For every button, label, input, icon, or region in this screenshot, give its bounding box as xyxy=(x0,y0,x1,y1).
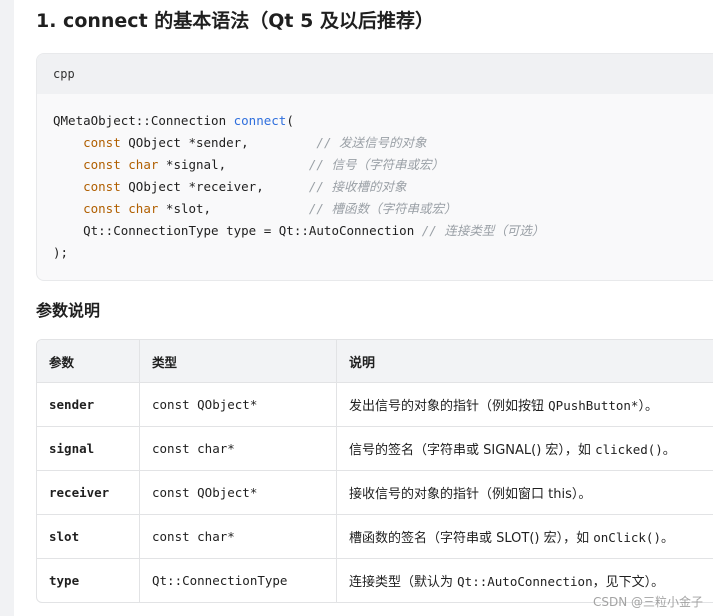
inline-code: Qt::AutoConnection xyxy=(457,574,593,589)
code-keyword: const xyxy=(83,201,121,216)
param-description: 槽函数的签名（字符串或 SLOT() 宏），如 onClick()。 xyxy=(336,514,713,559)
code-text: QObject *receiver, xyxy=(120,179,309,194)
param-type: const QObject* xyxy=(139,382,337,427)
param-type: const char* xyxy=(139,514,337,559)
code-text: ( xyxy=(286,113,294,128)
param-name: sender xyxy=(37,382,140,427)
code-line: const char *slot, // 槽函数（字符串或宏） xyxy=(53,198,713,220)
param-name: type xyxy=(37,558,140,602)
description-text: 发出信号的对象的指针（例如按钮 xyxy=(349,399,549,414)
params-table: 参数 类型 说明 sender const QObject* 发出信号的对象的指针（… xyxy=(36,339,713,603)
params-heading: 参数说明 xyxy=(36,301,101,320)
param-description: 接收信号的对象的指针（例如窗口 this）。 xyxy=(336,470,713,515)
description-text: 接收信号的对象的指针（例如窗口 this）。 xyxy=(349,487,592,502)
code-text: ); xyxy=(53,245,69,260)
watermark: CSDN @三粒小金子 xyxy=(592,595,703,609)
table-header-row: 参数 类型 说明 xyxy=(37,340,713,383)
inline-code: onClick() xyxy=(593,530,661,545)
code-keyword: char xyxy=(128,201,159,216)
param-description: 发出信号的对象的指针（例如按钮 QPushButton*）。 xyxy=(336,382,713,427)
code-line: ); xyxy=(53,242,713,264)
code-text: QMetaObject::Connection xyxy=(53,113,234,128)
inline-code: QPushButton* xyxy=(548,398,639,413)
code-keyword: const xyxy=(83,157,121,172)
description-text: ）。 xyxy=(638,399,658,414)
table-row: slot const char* 槽函数的签名（字符串或 SLOT() 宏），如 o… xyxy=(37,514,713,559)
header-param: 参数 xyxy=(37,340,140,383)
description-text: 连接类型（默认为 xyxy=(349,575,458,590)
code-content: QMetaObject::Connection connect( const Q… xyxy=(37,94,713,264)
code-keyword: char xyxy=(128,157,159,172)
header-type: 类型 xyxy=(139,340,337,383)
param-type: Qt::ConnectionType xyxy=(139,558,337,602)
code-text: *slot, xyxy=(158,201,309,216)
code-language-label: cpp xyxy=(37,54,713,94)
code-line: const QObject *sender, // 发送信号的对象 xyxy=(53,132,713,154)
param-type: const char* xyxy=(139,426,337,471)
table-row: receiver const QObject* 接收信号的对象的指针（例如窗口 th… xyxy=(37,470,713,515)
code-comment: // 接收槽的对象 xyxy=(308,179,407,194)
inline-code: clicked() xyxy=(595,442,663,457)
param-name: receiver xyxy=(37,470,140,515)
code-block: cpp QMetaObject::Connection connect( con… xyxy=(36,53,713,281)
description-text: 。 xyxy=(662,443,676,458)
code-line: Qt::ConnectionType type = Qt::AutoConnec… xyxy=(53,220,713,242)
code-function: connect xyxy=(233,113,287,128)
code-text: Qt::ConnectionType type = Qt::AutoConnec… xyxy=(53,223,422,238)
description-text: ，见下文）。 xyxy=(592,575,665,590)
section-heading: 1. connect 的基本语法（Qt 5 及以后推荐） xyxy=(36,10,434,32)
code-comment: // 发送信号的对象 xyxy=(316,135,427,150)
header-desc: 说明 xyxy=(336,340,713,383)
code-keyword: const xyxy=(83,135,121,150)
param-name: signal xyxy=(37,426,140,471)
table-row: sender const QObject* 发出信号的对象的指针（例如按钮 QPus… xyxy=(37,382,713,427)
left-gutter xyxy=(0,0,14,616)
code-comment: // 信号（字符串或宏） xyxy=(308,157,444,172)
code-line: const QObject *receiver, // 接收槽的对象 xyxy=(53,176,713,198)
code-line: QMetaObject::Connection connect( xyxy=(53,110,713,132)
table-row: signal const char* 信号的签名（字符串或 SIGNAL() 宏），… xyxy=(37,426,713,471)
code-line: const char *signal, // 信号（字符串或宏） xyxy=(53,154,713,176)
description-text: 。 xyxy=(660,531,674,546)
description-text: 槽函数的签名（字符串或 SLOT() 宏），如 xyxy=(349,531,594,546)
description-text: 信号的签名（字符串或 SIGNAL() 宏），如 xyxy=(349,443,596,458)
param-type: const QObject* xyxy=(139,470,337,515)
code-text: QObject *sender, xyxy=(120,135,317,150)
code-keyword: const xyxy=(83,179,121,194)
code-comment: // 连接类型（可选） xyxy=(421,223,545,238)
code-text: *signal, xyxy=(158,157,309,172)
code-comment: // 槽函数（字符串或宏） xyxy=(308,201,457,216)
param-description: 信号的签名（字符串或 SIGNAL() 宏），如 clicked()。 xyxy=(336,426,713,471)
param-name: slot xyxy=(37,514,140,559)
